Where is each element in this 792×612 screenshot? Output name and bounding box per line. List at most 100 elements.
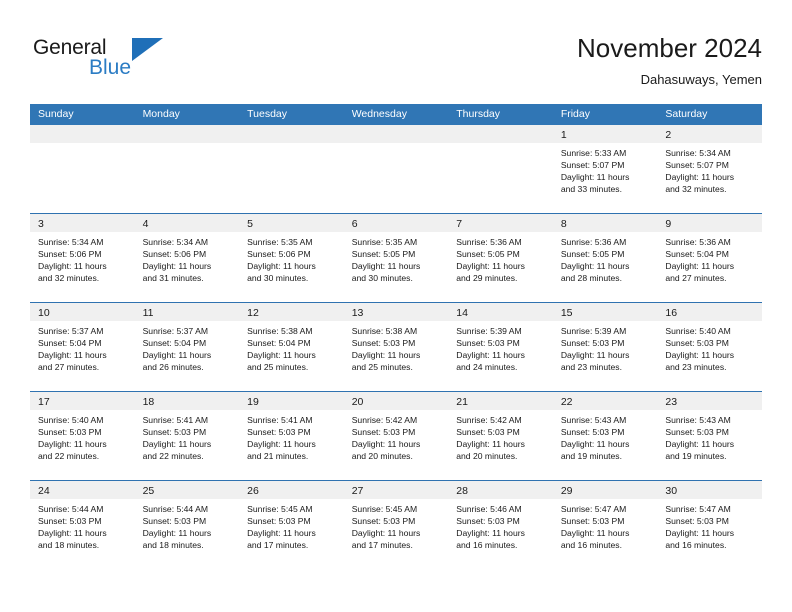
day-number: 3 — [38, 218, 44, 230]
blue-triangle-flag-icon — [132, 38, 163, 61]
day-cell-12[interactable]: 12 Sunrise: 5:38 AM Sunset: 5:04 PM Dayligh… — [239, 303, 344, 391]
sunset-text: Sunset: 5:03 PM — [665, 427, 729, 438]
day-cell-11[interactable]: 11 Sunrise: 5:37 AM Sunset: 5:04 PM Dayligh… — [134, 303, 240, 391]
day-cell-26[interactable]: 26 Sunrise: 5:45 AM Sunset: 5:03 PM Dayligh… — [239, 481, 344, 569]
sunrise-text: Sunrise: 5:39 AM — [560, 326, 627, 336]
day-cell-2[interactable]: 2 Sunrise: 5:34 AM Sunset: 5:07 PM Daylight… — [657, 125, 762, 213]
daylight-text: Daylight: 11 hours — [665, 172, 735, 183]
daylight-text-cont: and 27 minutes. — [665, 273, 727, 284]
sunrise-text: Sunrise: 5:43 AM — [560, 415, 627, 425]
day-details — [239, 143, 344, 147]
day-cell-1[interactable]: 1 Sunrise: 5:33 AM Sunset: 5:07 PM Daylight… — [552, 125, 658, 213]
day-cell-16[interactable]: 16 Sunrise: 5:40 AM Sunset: 5:03 PM Dayligh… — [657, 303, 762, 391]
sunrise-text: Sunrise: 5:34 AM — [38, 237, 104, 247]
sunrise-text: Sunrise: 5:35 AM — [247, 237, 313, 247]
daylight-text-cont: and 25 minutes. — [247, 362, 309, 373]
day-cell-17[interactable]: 17 Sunrise: 5:40 AM Sunset: 5:03 PM Dayligh… — [30, 392, 135, 480]
day-cell-23[interactable]: 23 Sunrise: 5:43 AM Sunset: 5:03 PM Dayligh… — [657, 392, 762, 480]
day-cell-18[interactable]: 18 Sunrise: 5:41 AM Sunset: 5:03 PM Dayligh… — [134, 392, 240, 480]
daylight-text-cont: and 19 minutes. — [560, 451, 622, 462]
sunset-text: Sunset: 5:03 PM — [456, 516, 520, 527]
general-blue-logo[interactable]: General Blue — [33, 36, 203, 86]
day-number-band: 10 — [30, 303, 135, 321]
day-cell-empty — [30, 125, 135, 213]
daylight-text: Daylight: 11 hours — [38, 528, 107, 539]
day-number-band: 30 — [657, 481, 762, 499]
sunrise-text: Sunrise: 5:37 AM — [142, 326, 209, 336]
day-number: 6 — [351, 218, 358, 230]
day-number-band: 7 — [448, 214, 553, 232]
day-cell-29[interactable]: 29 Sunrise: 5:47 AM Sunset: 5:03 PM Dayligh… — [552, 481, 658, 569]
sunset-text: Sunset: 5:03 PM — [142, 427, 207, 438]
daylight-text-cont: and 22 minutes. — [142, 451, 204, 462]
day-details: Sunrise: 5:36 AM Sunset: 5:05 PM Daylight:… — [553, 232, 658, 284]
day-details: Sunrise: 5:34 AM Sunset: 5:06 PM Daylight:… — [30, 232, 135, 284]
day-number: 19 — [247, 396, 259, 408]
daylight-text-cont: and 32 minutes. — [38, 273, 100, 284]
day-details — [30, 143, 135, 147]
sunset-text: Sunset: 5:04 PM — [142, 338, 207, 349]
day-cell-10[interactable]: 10 Sunrise: 5:37 AM Sunset: 5:04 PM Dayligh… — [30, 303, 135, 391]
daylight-text-cont: and 33 minutes. — [560, 184, 622, 195]
day-cell-15[interactable]: 15 Sunrise: 5:39 AM Sunset: 5:03 PM Dayligh… — [552, 303, 658, 391]
day-cell-9[interactable]: 9 Sunrise: 5:36 AM Sunset: 5:04 PM Daylight… — [657, 214, 762, 302]
day-number: 28 — [456, 485, 468, 497]
day-details: Sunrise: 5:35 AM Sunset: 5:05 PM Daylight:… — [344, 232, 449, 284]
day-details: Sunrise: 5:40 AM Sunset: 5:03 PM Daylight:… — [657, 321, 762, 373]
day-cell-27[interactable]: 27 Sunrise: 5:45 AM Sunset: 5:03 PM Dayligh… — [343, 481, 449, 569]
sunset-text: Sunset: 5:03 PM — [560, 516, 625, 527]
day-details: Sunrise: 5:47 AM Sunset: 5:03 PM Daylight:… — [553, 499, 658, 551]
day-cell-6[interactable]: 6 Sunrise: 5:35 AM Sunset: 5:05 PM Daylight… — [343, 214, 449, 302]
weekday-header-wednesday: Wednesday — [351, 108, 407, 120]
day-cell-3[interactable]: 3 Sunrise: 5:34 AM Sunset: 5:06 PM Daylight… — [30, 214, 135, 302]
day-details: Sunrise: 5:44 AM Sunset: 5:03 PM Daylight:… — [30, 499, 135, 551]
daylight-text-cont: and 23 minutes. — [560, 362, 622, 373]
day-cell-20[interactable]: 20 Sunrise: 5:42 AM Sunset: 5:03 PM Dayligh… — [343, 392, 449, 480]
sunset-text: Sunset: 5:03 PM — [247, 516, 311, 527]
sunrise-text: Sunrise: 5:34 AM — [665, 148, 731, 158]
daylight-text: Daylight: 11 hours — [665, 350, 735, 361]
day-cell-25[interactable]: 25 Sunrise: 5:44 AM Sunset: 5:03 PM Dayligh… — [134, 481, 240, 569]
day-cell-8[interactable]: 8 Sunrise: 5:36 AM Sunset: 5:05 PM Daylight… — [552, 214, 658, 302]
day-cell-13[interactable]: 13 Sunrise: 5:38 AM Sunset: 5:03 PM Dayligh… — [343, 303, 449, 391]
day-number-band: 13 — [343, 303, 449, 321]
daylight-text-cont: and 17 minutes. — [351, 540, 413, 551]
sunset-text: Sunset: 5:04 PM — [665, 249, 729, 260]
daylight-text: Daylight: 11 hours — [142, 439, 212, 450]
day-cell-14[interactable]: 14 Sunrise: 5:39 AM Sunset: 5:03 PM Dayligh… — [448, 303, 553, 391]
day-cell-4[interactable]: 4 Sunrise: 5:34 AM Sunset: 5:06 PM Daylight… — [134, 214, 240, 302]
day-cell-21[interactable]: 21 Sunrise: 5:42 AM Sunset: 5:03 PM Dayligh… — [448, 392, 553, 480]
daylight-text: Daylight: 11 hours — [351, 439, 421, 450]
sunrise-text: Sunrise: 5:36 AM — [560, 237, 627, 247]
day-number: 10 — [38, 307, 50, 319]
day-number: 17 — [38, 396, 50, 408]
calendar-week-row: 1 Sunrise: 5:33 AM Sunset: 5:07 PM Daylight… — [30, 125, 762, 213]
day-cell-5[interactable]: 5 Sunrise: 5:35 AM Sunset: 5:06 PM Daylight… — [239, 214, 344, 302]
day-details: Sunrise: 5:34 AM Sunset: 5:06 PM Daylight:… — [135, 232, 240, 284]
sunset-text: Sunset: 5:06 PM — [38, 249, 102, 260]
day-cell-30[interactable]: 30 Sunrise: 5:47 AM Sunset: 5:03 PM Dayligh… — [657, 481, 762, 569]
day-cell-24[interactable]: 24 Sunrise: 5:44 AM Sunset: 5:03 PM Dayligh… — [30, 481, 135, 569]
day-number-band: 12 — [239, 303, 344, 321]
day-number: 24 — [38, 485, 50, 497]
sunset-text: Sunset: 5:06 PM — [142, 249, 207, 260]
day-details — [135, 143, 240, 147]
calendar-grid: Sunday Monday Tuesday Wednesday Thursday Frid… — [30, 104, 762, 569]
sunset-text: Sunset: 5:03 PM — [38, 427, 102, 438]
day-number: 7 — [456, 218, 463, 230]
day-cell-19[interactable]: 19 Sunrise: 5:41 AM Sunset: 5:03 PM Dayligh… — [239, 392, 344, 480]
sunrise-text: Sunrise: 5:43 AM — [665, 415, 731, 425]
calendar-week-row: 10 Sunrise: 5:37 AM Sunset: 5:04 PM Dayligh… — [30, 302, 762, 391]
day-number-band: 22 — [552, 392, 658, 410]
day-cell-22[interactable]: 22 Sunrise: 5:43 AM Sunset: 5:03 PM Dayligh… — [552, 392, 658, 480]
calendar-week-row: 24 Sunrise: 5:44 AM Sunset: 5:03 PM Dayligh… — [30, 480, 762, 569]
day-number-band: 23 — [657, 392, 762, 410]
day-number-band: 11 — [134, 303, 240, 321]
sunset-text: Sunset: 5:05 PM — [351, 249, 416, 260]
day-cell-7[interactable]: 7 Sunrise: 5:36 AM Sunset: 5:05 PM Daylight… — [448, 214, 553, 302]
day-number-band: 14 — [448, 303, 553, 321]
day-cell-28[interactable]: 28 Sunrise: 5:46 AM Sunset: 5:03 PM Dayligh… — [448, 481, 553, 569]
day-number-band: 2 — [657, 125, 762, 143]
sunrise-text: Sunrise: 5:41 AM — [142, 415, 209, 425]
day-details: Sunrise: 5:42 AM Sunset: 5:03 PM Daylight:… — [448, 410, 553, 462]
